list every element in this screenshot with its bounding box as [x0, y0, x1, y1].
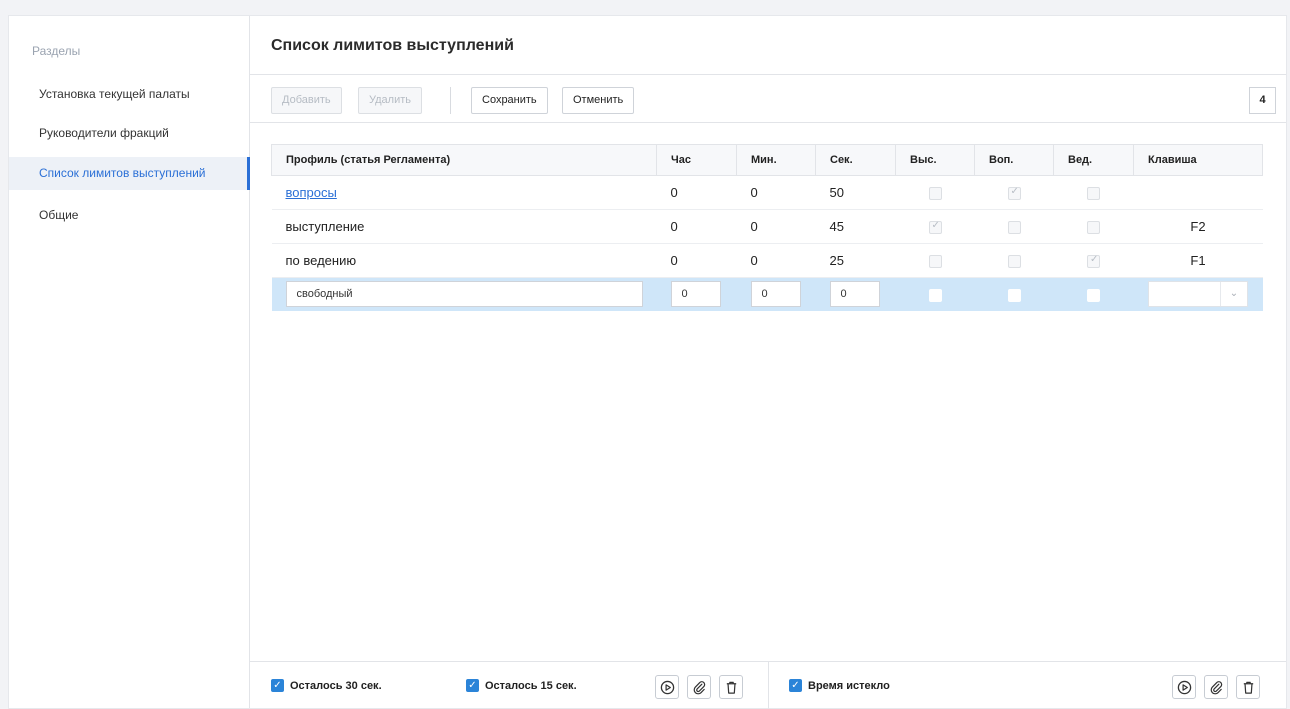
time-expired-label: Время истекло: [808, 679, 890, 692]
settings-window: Разделы Установка текущей палаты Руковод…: [8, 15, 1287, 709]
vop-checkbox: [1007, 186, 1021, 201]
key-select[interactable]: ⌄: [1148, 281, 1248, 308]
hour-cell: 0: [656, 209, 737, 244]
key-cell: F2: [1133, 209, 1263, 244]
toolbar-separator: [450, 87, 451, 114]
table-row[interactable]: по ведению 0 0 25 F1: [271, 243, 1263, 278]
chevron-down-icon: ⌄: [1220, 282, 1247, 307]
trash-icon: [726, 681, 736, 694]
column-header-hour[interactable]: Час: [656, 144, 737, 176]
paperclip-icon: [693, 680, 705, 694]
cancel-button[interactable]: Отменить: [562, 87, 635, 114]
remaining-15-checkbox[interactable]: ✓ Осталось 15 сек.: [466, 679, 577, 692]
main-panel: Список лимитов выступлений Добавить Удал…: [250, 16, 1286, 709]
sound-settings-footer: ✓ Осталось 30 сек. ✓ Осталось 15 сек. ✓ …: [250, 661, 1286, 709]
play-button[interactable]: [655, 675, 679, 699]
sec-cell: 45: [815, 209, 896, 244]
vop-checkbox[interactable]: [1007, 288, 1021, 302]
column-header-key[interactable]: Клавиша: [1133, 144, 1263, 176]
hour-input[interactable]: [670, 281, 721, 308]
sidebar-item-speech-limits[interactable]: Список лимитов выступлений: [9, 157, 250, 190]
checkmark-icon: ✓: [271, 679, 284, 692]
remaining-30-label: Осталось 30 сек.: [290, 679, 382, 692]
profile-cell: по ведению: [271, 243, 657, 278]
remaining-15-label: Осталось 15 сек.: [485, 679, 577, 692]
vys-checkbox: [928, 187, 942, 201]
vop-checkbox: [1007, 221, 1021, 235]
column-header-ved[interactable]: Вед.: [1053, 144, 1134, 176]
key-cell: F1: [1133, 243, 1263, 278]
page-title: Список лимитов выступлений: [271, 37, 514, 54]
ved-checkbox: [1087, 221, 1100, 235]
profile-link[interactable]: вопросы: [286, 185, 337, 200]
min-cell: 0: [736, 243, 816, 278]
column-header-min[interactable]: Мин.: [736, 144, 816, 176]
sec-cell: 50: [815, 175, 896, 210]
remaining-30-checkbox[interactable]: ✓ Осталось 30 сек.: [271, 679, 382, 692]
column-header-profile[interactable]: Профиль (статья Регламента): [271, 144, 657, 176]
vys-checkbox[interactable]: [928, 288, 942, 302]
paperclip-icon: [1210, 680, 1222, 694]
sidebar-item-faction-leaders[interactable]: Руководители фракций: [9, 117, 250, 150]
sidebar-item-general[interactable]: Общие: [9, 199, 250, 232]
play-button[interactable]: [1172, 675, 1196, 699]
attach-button[interactable]: [687, 675, 711, 699]
checkmark-icon: ✓: [466, 679, 479, 692]
save-button[interactable]: Сохранить: [471, 87, 548, 114]
profile-cell: выступление: [271, 209, 657, 244]
min-cell: 0: [736, 175, 816, 210]
play-icon: [660, 680, 674, 694]
hour-cell: 0: [656, 175, 737, 210]
profile-input[interactable]: [285, 281, 643, 308]
min-cell: 0: [736, 209, 816, 244]
vop-checkbox: [1007, 255, 1021, 269]
vys-checkbox: [928, 255, 942, 269]
title-divider: [250, 74, 1286, 75]
table-row[interactable]: вопросы 0 0 50: [271, 175, 1263, 210]
edit-row: ⌄: [271, 277, 1263, 311]
column-header-vop[interactable]: Воп.: [974, 144, 1054, 176]
ved-checkbox: [1087, 254, 1100, 269]
column-header-vys[interactable]: Выс.: [895, 144, 975, 176]
record-count-badge: 4: [1249, 87, 1276, 114]
vys-checkbox: [928, 220, 942, 235]
toolbar-divider: [250, 122, 1286, 123]
delete-sound-button[interactable]: [719, 675, 743, 699]
hour-cell: 0: [656, 243, 737, 278]
ved-checkbox: [1087, 187, 1100, 201]
ved-checkbox[interactable]: [1087, 288, 1100, 302]
checkmark-icon: ✓: [789, 679, 802, 692]
column-header-sec[interactable]: Сек.: [815, 144, 896, 176]
sidebar: Разделы Установка текущей палаты Руковод…: [9, 16, 250, 708]
play-icon: [1177, 680, 1191, 694]
sidebar-title: Разделы: [32, 44, 81, 58]
attach-button[interactable]: [1204, 675, 1228, 699]
sidebar-item-current-chamber[interactable]: Установка текущей палаты: [9, 78, 250, 111]
add-button[interactable]: Добавить: [271, 87, 342, 114]
delete-sound-button[interactable]: [1236, 675, 1260, 699]
footer-separator: [768, 662, 769, 709]
delete-button[interactable]: Удалить: [358, 87, 422, 114]
sec-cell: 25: [815, 243, 896, 278]
key-cell: [1133, 175, 1263, 210]
limits-table: Профиль (статья Регламента) Час Мин. Сек…: [271, 144, 1263, 311]
table-header-row: Профиль (статья Регламента) Час Мин. Сек…: [271, 144, 1263, 176]
table-row[interactable]: выступление 0 0 45 F2: [271, 209, 1263, 244]
min-input[interactable]: [750, 281, 801, 308]
trash-icon: [1243, 681, 1253, 694]
time-expired-checkbox[interactable]: ✓ Время истекло: [789, 679, 890, 692]
sec-input[interactable]: [829, 281, 880, 308]
